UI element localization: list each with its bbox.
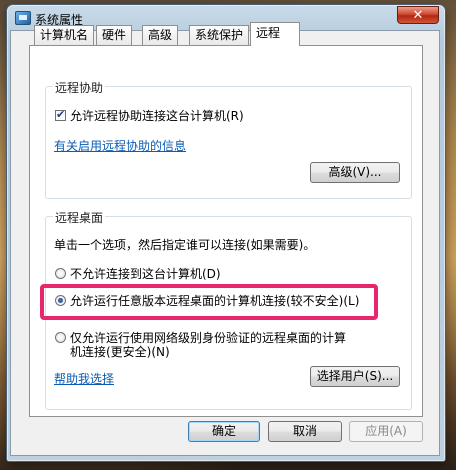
no-connections-label[interactable]: 不允许连接到这台计算机(D) [70,265,221,282]
selected-option-highlight [40,284,378,320]
remote-desktop-instruction: 单击一个选项，然后指定谁可以连接(如果需要)。 [54,238,316,252]
allow-remote-assistance-label[interactable]: 允许远程协助连接这台计算机(R) [70,107,244,124]
tab-remote[interactable]: 远程 [250,22,300,46]
remote-assistance-title: 远程协助 [53,79,106,96]
nla-only-radio[interactable] [55,332,66,343]
apply-button[interactable]: 应用(A) [349,421,423,442]
no-connections-radio[interactable] [55,268,66,279]
computer-icon [15,11,31,25]
tab-system-protection[interactable]: 系统保护 [189,25,250,45]
tab-computer-name[interactable]: 计算机名 [34,25,95,45]
ok-button[interactable]: 确定 [188,421,260,442]
tab-advanced[interactable]: 高级 [142,25,179,45]
select-users-button[interactable]: 选择用户(S)... [310,366,400,387]
remote-desktop-title: 远程桌面 [53,209,106,226]
advanced-button[interactable]: 高级(V)... [310,162,400,183]
help-me-choose-link[interactable]: 帮助我选择 [54,370,114,387]
remote-assistance-info-link[interactable]: 有关启用远程协助的信息 [54,137,186,154]
allow-remote-assistance-checkbox[interactable] [55,108,66,121]
remote-tab-panel: 远程协助 允许远程协助连接这台计算机(R) 有关启用远程协助的信息 高级(V).… [29,45,423,417]
close-button[interactable]: ✕ [397,6,439,24]
nla-only-label-line2[interactable]: 机连接(更安全)(N) [70,343,170,360]
tab-hardware[interactable]: 硬件 [96,25,133,45]
cancel-button[interactable]: 取消 [268,421,342,442]
